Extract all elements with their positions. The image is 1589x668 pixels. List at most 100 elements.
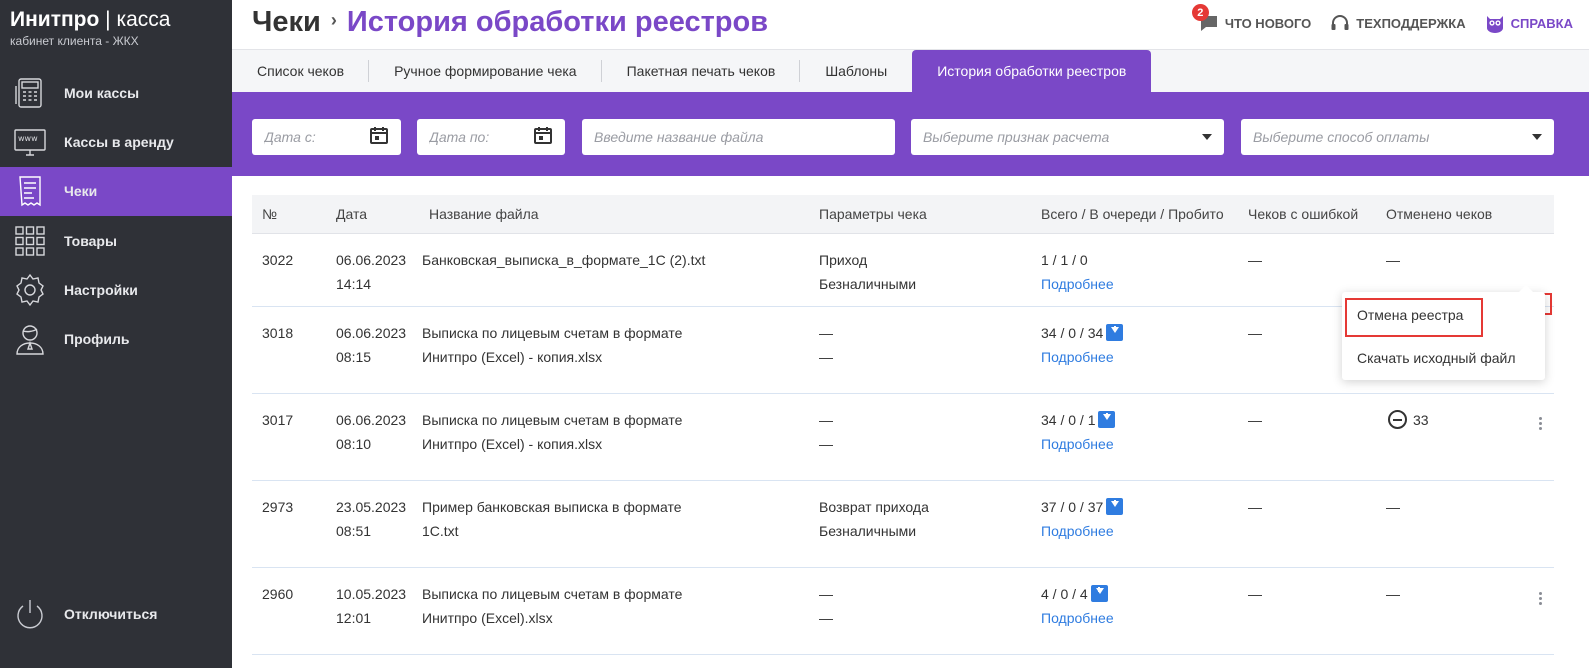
cancel-registry-menu-item[interactable]: Отмена реестра: [1357, 307, 1463, 323]
row-number: 3022: [262, 252, 294, 268]
row-param-line: —: [819, 348, 833, 365]
date-from-input[interactable]: [264, 129, 369, 145]
calendar-icon[interactable]: [533, 125, 553, 150]
payment-method-input[interactable]: [1253, 129, 1532, 145]
row-time-value: 12:01: [336, 609, 372, 626]
calendar-icon[interactable]: [369, 125, 389, 150]
row-errors: —: [1248, 586, 1262, 602]
details-link[interactable]: Подробнее: [1041, 610, 1114, 626]
details-link[interactable]: Подробнее: [1041, 276, 1114, 292]
date-to-field[interactable]: [417, 119, 565, 155]
column-header-date: Дата: [336, 206, 368, 222]
sidebar-item-label: Чеки: [64, 183, 98, 200]
row-param-line: —: [819, 412, 833, 428]
row-param-line: —: [819, 586, 833, 602]
table-row[interactable]: 2973 23.05.2023 08:51 Пример банковская в…: [252, 481, 1554, 568]
row-params: — —: [819, 322, 833, 369]
row-date: 06.06.2023 08:10: [336, 409, 406, 456]
sidebar-item-profile[interactable]: Профиль: [0, 314, 232, 363]
support-link[interactable]: ТЕХПОДДЕРЖКА: [1329, 12, 1466, 34]
date-to-input[interactable]: [429, 129, 533, 145]
payment-method-select[interactable]: [1241, 119, 1554, 155]
tab-manual-receipt[interactable]: Ручное формирование чека: [369, 50, 602, 92]
download-icon[interactable]: [1106, 498, 1124, 515]
download-icon[interactable]: [1106, 324, 1124, 341]
sidebar-item-receipts[interactable]: Чеки: [0, 166, 232, 216]
sidebar-item-products[interactable]: Товары: [0, 216, 232, 265]
row-filename-line: Выписка по лицевым счетам в формате: [422, 412, 683, 428]
row-param-line: —: [819, 609, 833, 626]
table-row[interactable]: 2960 10.05.2023 12:01 Выписка по лицевым …: [252, 568, 1554, 655]
details-link[interactable]: Подробнее: [1041, 436, 1114, 452]
user-icon: [12, 321, 48, 357]
download-source-menu-item[interactable]: Скачать исходный файл: [1357, 350, 1516, 366]
headset-icon: [1331, 15, 1349, 30]
row-menu-button[interactable]: [1530, 412, 1550, 434]
row-counts-value: 34 / 0 / 34: [1041, 325, 1104, 341]
row-cancelled: —: [1386, 252, 1400, 268]
row-cancelled: —: [1386, 586, 1400, 602]
row-param-line: Безналичными: [819, 522, 917, 539]
row-time-value: 08:10: [336, 435, 372, 452]
payment-sign-select[interactable]: [911, 119, 1224, 155]
notification-badge: 2: [1191, 4, 1209, 21]
logout-button[interactable]: Отключиться: [12, 596, 157, 632]
registry-table: № Дата Название файла Параметры чека Все…: [252, 195, 1554, 655]
row-cancelled-value: 33: [1413, 412, 1429, 428]
tab-registry-history[interactable]: История обработки реестров: [912, 50, 1152, 92]
row-param-line: —: [819, 435, 833, 452]
row-number: 3018: [262, 325, 294, 341]
row-date: 06.06.2023 14:14: [336, 249, 406, 296]
download-icon[interactable]: [1090, 585, 1108, 602]
sidebar-item-my-registers[interactable]: Мои кассы: [0, 68, 232, 117]
row-filename-line: Выписка по лицевым счетам в формате: [422, 325, 683, 341]
whats-new-label: ЧТО НОВОГО: [1224, 15, 1312, 31]
row-filename-line: Банковская_выписка_в_формате_1С (2).txt: [422, 252, 706, 268]
brand-divider: |: [105, 8, 111, 31]
table-row[interactable]: 3017 06.06.2023 08:10 Выписка по лицевым …: [252, 394, 1554, 481]
row-errors: —: [1248, 412, 1262, 428]
svg-text:www: www: [18, 134, 38, 143]
date-from-field[interactable]: [252, 119, 401, 155]
sidebar-nav: Мои кассы www Кассы в аренду Чеки Товары…: [0, 68, 232, 364]
row-params: — —: [819, 583, 833, 630]
row-number: 2973: [262, 499, 294, 515]
tab-bar: Список чеков Ручное формирование чека Па…: [232, 50, 1589, 92]
row-counts-value: 1 / 1 / 0: [1041, 252, 1088, 268]
payment-sign-input[interactable]: [923, 129, 1202, 145]
row-context-menu: Отмена реестра Скачать исходный файл: [1342, 285, 1545, 380]
tab-templates[interactable]: Шаблоны: [800, 50, 912, 92]
tab-batch-print[interactable]: Пакетная печать чеков: [602, 50, 801, 92]
tab-receipt-list[interactable]: Список чеков: [232, 50, 370, 92]
chevron-down-icon: [1532, 134, 1542, 140]
sidebar-item-settings[interactable]: Настройки: [0, 265, 232, 314]
row-menu-button[interactable]: [1530, 587, 1550, 609]
row-params: Приход Безналичными: [819, 249, 916, 296]
column-header-params: Параметры чека: [819, 206, 927, 222]
chevron-down-icon: [1202, 134, 1212, 140]
row-filename-line: Инитпро (Excel) - копия.xlsx: [422, 348, 603, 365]
sidebar-item-rent-registers[interactable]: www Кассы в аренду: [0, 117, 232, 166]
download-icon[interactable]: [1098, 411, 1116, 428]
brand-subtitle: кабинет клиента - ЖКХ: [10, 34, 139, 48]
details-link[interactable]: Подробнее: [1041, 523, 1114, 539]
details-link[interactable]: Подробнее: [1041, 349, 1114, 365]
breadcrumb-root[interactable]: Чеки: [252, 6, 321, 38]
row-date: 23.05.2023 08:51: [336, 496, 406, 543]
filename-field[interactable]: [582, 119, 895, 155]
brand-logo[interactable]: Инитпро | касса кабинет клиента - ЖКХ: [10, 8, 170, 48]
row-counts: 1 / 1 / 0 Подробнее: [1041, 249, 1114, 296]
whats-new-link[interactable]: 2 ЧТО НОВОГО: [1191, 4, 1312, 34]
www-monitor-icon: www: [12, 124, 48, 160]
logout-label: Отключиться: [64, 606, 158, 622]
filename-input[interactable]: [594, 129, 883, 145]
help-label: СПРАВКА: [1510, 15, 1573, 31]
support-label: ТЕХПОДДЕРЖКА: [1356, 15, 1466, 31]
row-date-value: 10.05.2023: [336, 586, 407, 602]
brand-name-thin: касса: [116, 8, 171, 31]
row-errors: —: [1248, 325, 1262, 341]
minus-circle-icon: [1388, 410, 1407, 429]
row-date: 10.05.2023 12:01: [336, 583, 406, 630]
row-filename-line: 1С.txt: [422, 522, 459, 539]
help-link[interactable]: СПРАВКА: [1484, 12, 1573, 34]
